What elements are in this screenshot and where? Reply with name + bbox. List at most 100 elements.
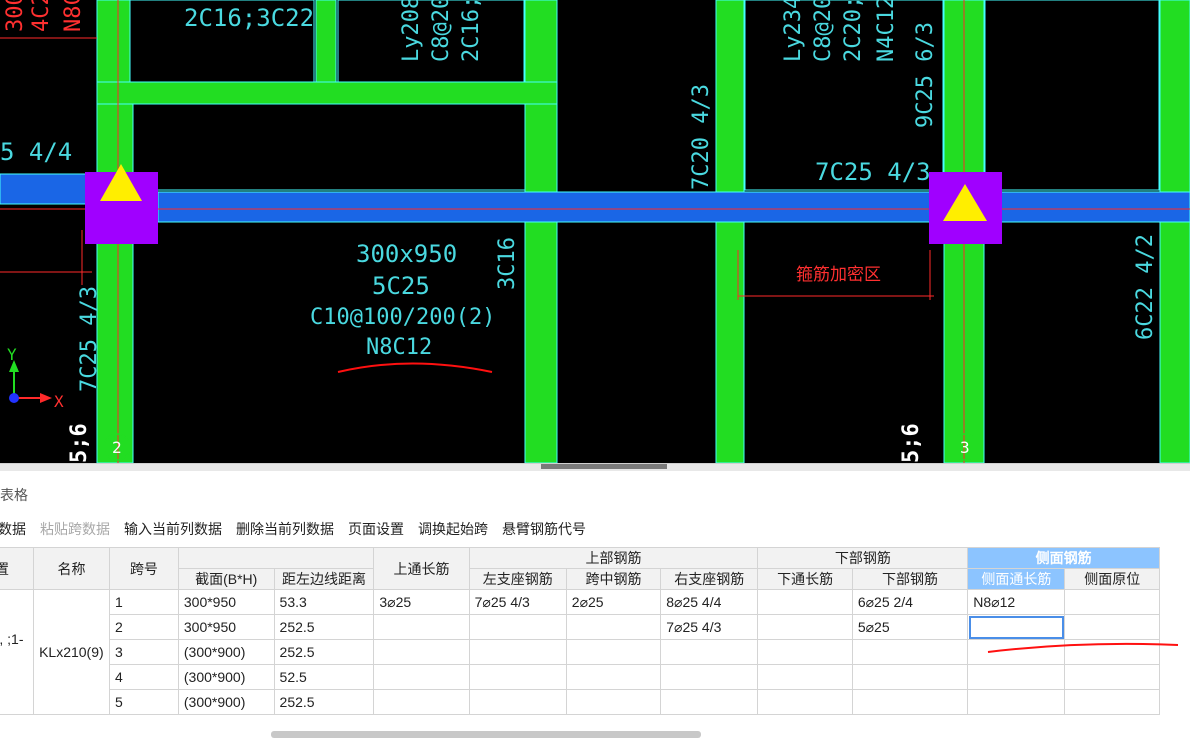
cell-side-original[interactable] xyxy=(1064,639,1160,665)
cell-bottom-rebar[interactable]: 5⌀25 xyxy=(851,614,969,640)
cad-drawing-canvas[interactable]: 2C16;3C22 5 4/4 7C25 4/3 300x950 5C25 C1… xyxy=(0,0,1190,463)
cell-side-original[interactable] xyxy=(1064,689,1160,715)
cad-label-beam-right: 7C25 4/3 xyxy=(815,158,931,186)
cell-top-through[interactable] xyxy=(373,664,470,690)
cell-bottom-through[interactable] xyxy=(757,614,853,640)
cell-left-support[interactable] xyxy=(468,689,567,715)
cell-span[interactable]: 5 xyxy=(109,689,179,715)
cell-bottom-through[interactable] xyxy=(757,589,853,615)
cell-left-support[interactable] xyxy=(468,664,567,690)
toolbar-button[interactable]: 删除当前列数据 xyxy=(236,519,334,539)
cell-section[interactable]: 300*950 xyxy=(177,589,275,615)
cell-bottom-rebar[interactable] xyxy=(851,639,969,665)
cell-bottom-through[interactable] xyxy=(757,689,853,715)
cell-mid-span[interactable] xyxy=(565,689,662,715)
cell-span[interactable]: 4 xyxy=(109,664,179,690)
header-side-group: 侧面钢筋 xyxy=(967,547,1160,569)
cell-bottom-rebar[interactable] xyxy=(851,664,969,690)
cad-label-top-c1: Ly208 xyxy=(399,0,424,62)
cell-side-through[interactable] xyxy=(967,614,1066,640)
cell-bottom-rebar[interactable] xyxy=(851,689,969,715)
table-row: 2 300*950 252.5 7⌀25 4/3 5⌀25 xyxy=(0,614,1160,640)
cell-right-support[interactable] xyxy=(660,664,759,690)
cell-side-through[interactable] xyxy=(967,664,1066,690)
cell-section[interactable]: (300*900) xyxy=(177,689,275,715)
cell-side-original[interactable] xyxy=(1064,589,1160,615)
toolbar-button[interactable]: 跨数据 xyxy=(0,519,26,539)
cell-position[interactable]: 150, ;1-2 ², xyxy=(0,589,35,715)
beam-blue-left xyxy=(0,173,87,205)
cell-right-support[interactable]: 7⌀25 4/3 xyxy=(660,614,759,640)
axis-y-label: Y xyxy=(7,345,17,364)
cad-label-top-d4: N4C12 xyxy=(874,0,899,62)
header-bottom-through: 下通长筋 xyxy=(757,568,853,590)
table-row: 5 (300*900) 252.5 xyxy=(0,689,1160,715)
splitter-handle[interactable] xyxy=(541,464,667,469)
cell-right-support[interactable]: 8⌀25 4/4 xyxy=(660,589,759,615)
cell-section[interactable]: 300*950 xyxy=(177,614,275,640)
cell-side-through[interactable] xyxy=(967,689,1066,715)
cad-label-col-right: 6C22 4/2 xyxy=(1133,234,1158,340)
cell-bottom-rebar[interactable]: 6⌀25 2/4 xyxy=(851,589,969,615)
cell-right-support[interactable] xyxy=(660,689,759,715)
cad-annotation-side: N8C12 xyxy=(366,335,432,360)
toolbar-button[interactable]: 调换起始跨 xyxy=(418,519,488,539)
cell-side-original[interactable] xyxy=(1064,664,1160,690)
header-top-group: 上部钢筋 xyxy=(468,547,759,569)
cell-section[interactable]: (300*900) xyxy=(177,664,275,690)
cad-annotation-bottom: 5C25 xyxy=(372,272,430,300)
cad-label-densify: 箍筋加密区 xyxy=(796,265,881,285)
horizontal-scrollbar[interactable] xyxy=(271,731,701,738)
beam-blue-main xyxy=(157,191,1190,223)
toolbar-button[interactable]: 粘贴跨数据 xyxy=(40,519,110,539)
cad-dim-left: 5;6 xyxy=(67,423,92,463)
cell-top-through[interactable]: 3⌀25 xyxy=(373,589,470,615)
cell-top-through[interactable] xyxy=(373,614,470,640)
cell-right-support[interactable] xyxy=(660,639,759,665)
cad-dim-right: 5;6 xyxy=(899,423,924,463)
table-row: 150, ;1-2 ²,KLx210(9)1300*95053.33⌀257⌀2… xyxy=(0,589,1160,715)
cell-name[interactable]: KLx210(9) xyxy=(33,589,110,715)
grid-bubble-2-label: 2 xyxy=(112,438,122,457)
cell-left-dist[interactable]: 252.5 xyxy=(273,689,375,715)
cell-mid-span[interactable] xyxy=(565,639,662,665)
cell-left-support[interactable]: 7⌀25 4/3 xyxy=(468,589,567,615)
cad-label-top-c2: C8@20 xyxy=(429,0,454,62)
toolbar-button[interactable]: 输入当前列数据 xyxy=(124,519,222,539)
cell-section[interactable]: (300*900) xyxy=(177,639,275,665)
cell-side-through[interactable]: N8⌀12 xyxy=(967,589,1066,615)
cell-side-through[interactable] xyxy=(967,639,1066,665)
cell-bottom-through[interactable] xyxy=(757,664,853,690)
cad-label-top-d2: C8@20 xyxy=(811,0,836,62)
cell-span[interactable]: 2 xyxy=(109,614,179,640)
cad-annotation-stirrup: C10@100/200(2) xyxy=(310,305,495,330)
cell-left-dist[interactable]: 52.5 xyxy=(273,664,375,690)
cell-mid-span[interactable] xyxy=(565,614,662,640)
cell-top-through[interactable] xyxy=(373,639,470,665)
cell-span[interactable]: 3 xyxy=(109,639,179,665)
cad-annotation-section: 300x950 xyxy=(356,240,457,268)
cad-label-top-c3: 2C16;a xyxy=(459,0,484,62)
beam-green-top xyxy=(96,81,558,105)
header-mid-span: 跨中钢筋 xyxy=(565,568,662,590)
cad-label-col-left: 7C25 4/3 xyxy=(77,286,102,392)
cell-left-dist[interactable]: 252.5 xyxy=(273,614,375,640)
cell-mid-span[interactable] xyxy=(565,664,662,690)
cell-top-through[interactable] xyxy=(373,689,470,715)
column-mid2 xyxy=(715,0,745,463)
toolbar-button[interactable]: 悬臂钢筋代号 xyxy=(502,519,586,539)
cell-left-dist[interactable]: 53.3 xyxy=(273,589,375,615)
cad-label-top-d1: Ly234 xyxy=(781,0,806,62)
cell-bottom-through[interactable] xyxy=(757,639,853,665)
cad-label-col-mid1: 3C16 xyxy=(495,237,520,290)
cell-mid-span[interactable]: 2⌀25 xyxy=(565,589,662,615)
cell-left-dist[interactable]: 252.5 xyxy=(273,639,375,665)
toolbar-button[interactable]: 页面设置 xyxy=(348,519,404,539)
table-row: 4 (300*900) 52.5 xyxy=(0,664,1160,690)
cell-span[interactable]: 1 xyxy=(109,589,179,615)
header-blank xyxy=(177,547,375,569)
cell-left-support[interactable] xyxy=(468,639,567,665)
cell-side-original[interactable] xyxy=(1064,614,1160,640)
header-position: 置 xyxy=(0,547,35,590)
cell-left-support[interactable] xyxy=(468,614,567,640)
